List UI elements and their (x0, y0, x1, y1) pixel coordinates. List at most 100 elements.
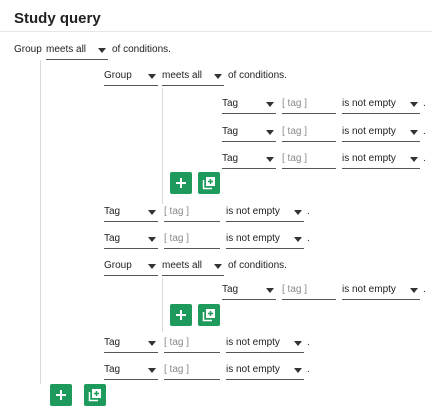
nested-group-2-connector (162, 278, 163, 332)
header-divider (0, 31, 432, 32)
operator-value: is not empty (342, 153, 396, 164)
type-value: Tag (222, 153, 239, 164)
nested-group-1-type-select[interactable]: Group (104, 66, 158, 86)
operator-value: is not empty (226, 233, 280, 244)
operator-select[interactable]: is not empty (226, 202, 304, 222)
root-group-connector (40, 60, 41, 384)
chevron-down-icon (294, 341, 302, 346)
nested-group-2-condition-select[interactable]: meets all (162, 256, 224, 276)
condition-value: meets all (162, 260, 203, 271)
operator-value: is not empty (226, 337, 280, 348)
tag-input[interactable]: [ tag ] (164, 333, 220, 353)
plus-icon (176, 178, 186, 188)
operator-select[interactable]: is not empty (226, 229, 304, 249)
add-group-icon (202, 309, 215, 322)
add-group-icon (202, 177, 215, 190)
tag-placeholder: [ tag ] (164, 233, 190, 244)
operator-select[interactable]: is not empty (342, 149, 420, 169)
nested-group-1-suffix: of conditions. (228, 70, 287, 81)
operator-select[interactable]: is not empty (226, 333, 304, 353)
chevron-down-icon (266, 157, 274, 162)
add-group-button[interactable] (198, 304, 220, 326)
tag-placeholder: [ tag ] (282, 98, 308, 109)
operator-select[interactable]: is not empty (342, 122, 420, 142)
tag-input[interactable]: [ tag ] (282, 94, 336, 114)
operator-select[interactable]: is not empty (342, 280, 420, 300)
tag-input[interactable]: [ tag ] (164, 360, 220, 380)
chevron-down-icon (266, 102, 274, 107)
tag-placeholder: [ tag ] (282, 126, 308, 137)
condition-row-type-select[interactable]: Tag (222, 280, 276, 300)
chevron-down-icon (148, 368, 156, 373)
condition-row-type-select[interactable]: Tag (104, 333, 158, 353)
tag-placeholder: [ tag ] (164, 364, 190, 375)
chevron-down-icon (148, 264, 156, 269)
operator-select[interactable]: is not empty (342, 94, 420, 114)
row-end: . (423, 284, 426, 295)
nested-group-2-suffix: of conditions. (228, 260, 287, 271)
type-value: Group (104, 70, 132, 81)
add-group-icon (88, 389, 101, 402)
type-value: Tag (104, 233, 121, 244)
condition-value: meets all (46, 44, 87, 55)
page-title: Study query (14, 10, 101, 27)
add-condition-button[interactable] (170, 172, 192, 194)
row-end: . (423, 126, 426, 137)
chevron-down-icon (294, 237, 302, 242)
type-value: Group (104, 260, 132, 271)
row-end: . (307, 233, 310, 244)
condition-row-type-select[interactable]: Tag (104, 360, 158, 380)
type-value: Tag (222, 284, 239, 295)
condition-value: meets all (162, 70, 203, 81)
plus-icon (176, 310, 186, 320)
operator-value: is not empty (226, 206, 280, 217)
row-end: . (307, 206, 310, 217)
root-group-label: Group (14, 44, 42, 55)
plus-icon (56, 390, 66, 400)
root-group-suffix: of conditions. (112, 44, 171, 55)
add-condition-button[interactable] (170, 304, 192, 326)
chevron-down-icon (410, 157, 418, 162)
operator-value: is not empty (226, 364, 280, 375)
condition-row-type-select[interactable]: Tag (222, 122, 276, 142)
root-group-condition-select[interactable]: meets all (46, 40, 108, 60)
chevron-down-icon (148, 341, 156, 346)
chevron-down-icon (410, 102, 418, 107)
chevron-down-icon (214, 74, 222, 79)
add-condition-button[interactable] (50, 384, 72, 406)
nested-group-1-condition-select[interactable]: meets all (162, 66, 224, 86)
operator-value: is not empty (342, 284, 396, 295)
tag-input[interactable]: [ tag ] (282, 122, 336, 142)
condition-row-type-select[interactable]: Tag (222, 94, 276, 114)
nested-group-1-connector (162, 88, 163, 204)
row-end: . (307, 364, 310, 375)
add-group-button[interactable] (198, 172, 220, 194)
row-end: . (307, 337, 310, 348)
condition-row-type-select[interactable]: Tag (104, 202, 158, 222)
chevron-down-icon (266, 130, 274, 135)
chevron-down-icon (148, 237, 156, 242)
condition-row-type-select[interactable]: Tag (104, 229, 158, 249)
tag-placeholder: [ tag ] (282, 153, 308, 164)
chevron-down-icon (148, 210, 156, 215)
add-group-button[interactable] (84, 384, 106, 406)
type-value: Tag (104, 337, 121, 348)
chevron-down-icon (98, 48, 106, 53)
tag-input[interactable]: [ tag ] (164, 229, 220, 249)
chevron-down-icon (410, 130, 418, 135)
chevron-down-icon (266, 288, 274, 293)
chevron-down-icon (294, 210, 302, 215)
tag-input[interactable]: [ tag ] (282, 280, 336, 300)
row-end: . (423, 98, 426, 109)
type-value: Tag (222, 98, 239, 109)
type-value: Tag (104, 364, 121, 375)
chevron-down-icon (294, 368, 302, 373)
nested-group-2-type-select[interactable]: Group (104, 256, 158, 276)
tag-input[interactable]: [ tag ] (282, 149, 336, 169)
operator-select[interactable]: is not empty (226, 360, 304, 380)
chevron-down-icon (410, 288, 418, 293)
tag-placeholder: [ tag ] (164, 337, 190, 348)
tag-input[interactable]: [ tag ] (164, 202, 220, 222)
condition-row-type-select[interactable]: Tag (222, 149, 276, 169)
chevron-down-icon (148, 74, 156, 79)
